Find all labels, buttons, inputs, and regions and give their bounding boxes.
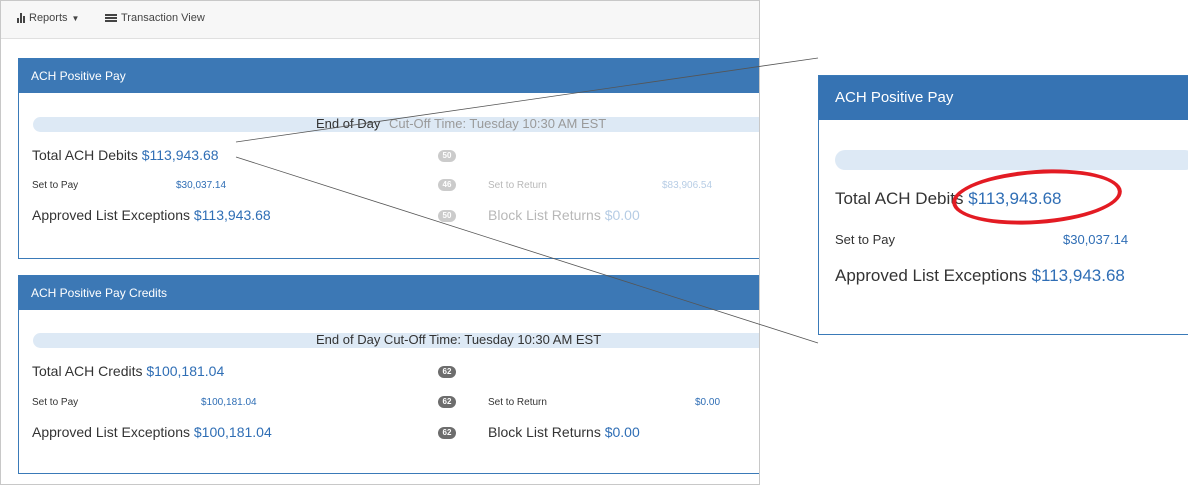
block-list-value[interactable]: $0.00 (605, 424, 640, 440)
approved-exceptions-badge: 62 (438, 427, 456, 439)
app-window: Reports ▼ Transaction View ACH Positive … (0, 0, 760, 485)
total-credits-value[interactable]: $100,181.04 (146, 363, 224, 379)
transaction-view-label: Transaction View (121, 12, 205, 24)
ach-positive-pay-credits-panel: ACH Positive Pay Credits End of Day Cut-… (18, 275, 759, 474)
total-credits-label: Total ACH Credits (32, 363, 143, 379)
caret-down-icon: ▼ (71, 13, 80, 23)
set-to-pay-badge: 62 (438, 396, 456, 408)
total-debits-value[interactable]: $113,943.68 (142, 147, 219, 163)
approved-exceptions-value[interactable]: $113,943.68 (194, 207, 271, 223)
panel-title: ACH Positive Pay (19, 59, 759, 93)
zoom-total-debits-label: Total ACH Debits (835, 189, 964, 208)
bar-chart-icon (17, 13, 25, 23)
cutoff-prefix: End of Day (316, 116, 381, 131)
block-list-label: Block List Returns (488, 207, 601, 223)
approved-exceptions-label: Approved List Exceptions (32, 207, 190, 223)
set-to-pay-label: Set to Pay (32, 397, 79, 408)
panel-title: ACH Positive Pay Credits (19, 276, 759, 310)
cutoff-suffix: Cut-Off Time: Tuesday 10:30 AM EST (389, 116, 607, 131)
set-to-pay-value[interactable]: $30,037.14 (176, 180, 226, 191)
approved-exceptions-label: Approved List Exceptions (32, 424, 190, 440)
cutoff-text: End of Day Cut-Off Time: Tuesday 10:30 A… (316, 332, 602, 347)
set-to-pay-badge: 46 (438, 179, 456, 191)
approved-exceptions-row: Approved List Exceptions $100,181.04 (32, 424, 272, 440)
zoom-approved-row: Approved List Exceptions $113,943.68 (835, 266, 1125, 286)
zoom-set-to-pay-label: Set to Pay (835, 232, 895, 247)
total-debits-label: Total ACH Debits (32, 147, 138, 163)
zoom-approved-value: $113,943.68 (1031, 266, 1125, 285)
set-to-return-value[interactable]: $0.00 (695, 397, 720, 408)
set-to-return-label: Set to Return (488, 180, 547, 191)
total-debits-row: Total ACH Debits $113,943.68 (32, 147, 219, 163)
zoom-cutoff-bar (835, 150, 1188, 170)
zoom-approved-label: Approved List Exceptions (835, 266, 1027, 285)
set-to-return-label: Set to Return (488, 397, 547, 408)
set-to-return-value[interactable]: $83,906.54 (662, 180, 712, 191)
reports-menu[interactable]: Reports ▼ (17, 12, 79, 24)
set-to-pay-label: Set to Pay (32, 180, 79, 191)
approved-exceptions-value[interactable]: $100,181.04 (194, 424, 272, 440)
block-list-value[interactable]: $0.00 (605, 207, 640, 223)
transaction-view-link[interactable]: Transaction View (105, 12, 205, 24)
total-credits-badge: 62 (438, 366, 456, 378)
zoom-set-to-pay-value: $30,037.14 (1063, 232, 1129, 247)
top-toolbar: Reports ▼ Transaction View (1, 1, 759, 39)
total-debits-badge: 50 (438, 150, 456, 162)
ach-positive-pay-panel: ACH Positive Pay End of Day Cut-Off Time… (18, 58, 759, 259)
block-list-row: Block List Returns $0.00 (488, 207, 640, 223)
total-credits-row: Total ACH Credits $100,181.04 (32, 363, 224, 379)
list-icon (105, 14, 117, 22)
set-to-pay-value[interactable]: $100,181.04 (201, 397, 257, 408)
reports-label: Reports (29, 12, 68, 24)
approved-exceptions-badge: 50 (438, 210, 456, 222)
approved-exceptions-row: Approved List Exceptions $113,943.68 (32, 207, 271, 223)
zoom-panel-title: ACH Positive Pay (819, 76, 1188, 120)
block-list-row: Block List Returns $0.00 (488, 424, 640, 440)
block-list-label: Block List Returns (488, 424, 601, 440)
